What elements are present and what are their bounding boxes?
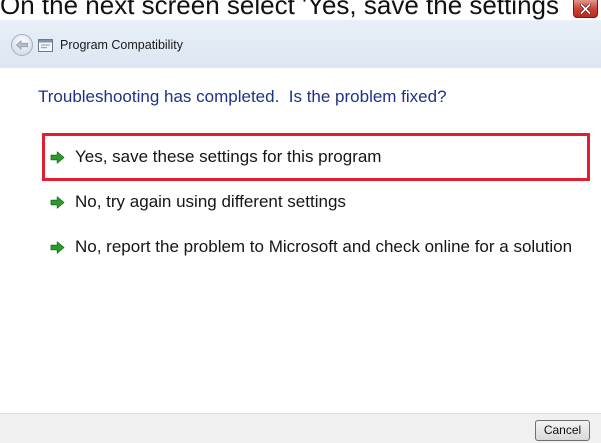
option-label: No, try again using different settings xyxy=(75,192,346,211)
option-label: No, report the problem to Microsoft and … xyxy=(75,237,573,256)
main-instruction: Troubleshooting has completed. Is the pr… xyxy=(38,87,447,106)
back-arrow-icon xyxy=(16,40,28,50)
option-try-different-settings[interactable]: No, try again using different settings xyxy=(50,190,585,214)
green-arrow-icon xyxy=(50,195,65,209)
program-compatibility-icon xyxy=(38,39,53,52)
caption-text: On the next screen select 'Yes, save the… xyxy=(0,0,559,20)
close-button[interactable] xyxy=(573,0,598,18)
window-title: Program Compatibility xyxy=(60,38,183,52)
close-icon xyxy=(580,3,591,14)
option-report-problem[interactable]: No, report the problem to Microsoft and … xyxy=(50,235,585,259)
green-arrow-icon xyxy=(50,240,65,254)
dialog-header: Program Compatibility xyxy=(0,20,601,68)
dialog-content: Troubleshooting has completed. Is the pr… xyxy=(0,68,601,413)
program-compatibility-dialog: Program Compatibility Troubleshooting ha… xyxy=(0,20,601,443)
option-yes-save-settings[interactable]: Yes, save these settings for this progra… xyxy=(50,145,585,169)
dialog-footer: Cancel xyxy=(0,413,601,443)
option-label: Yes, save these settings for this progra… xyxy=(75,147,382,166)
green-arrow-icon xyxy=(50,150,65,164)
back-button[interactable] xyxy=(11,34,33,56)
cancel-button[interactable]: Cancel xyxy=(535,420,590,441)
